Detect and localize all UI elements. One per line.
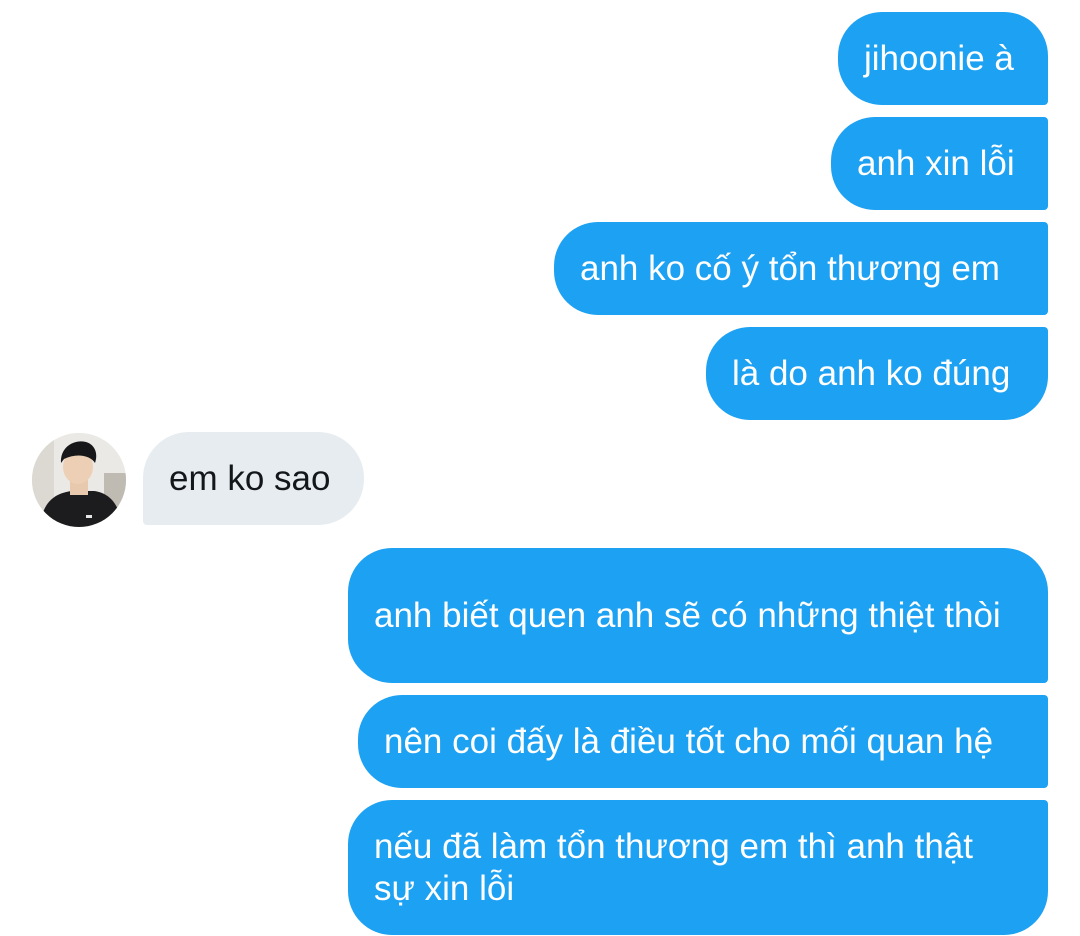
message-bubble-sent[interactable]: anh biết quen anh sẽ có những thiệt thòi	[348, 548, 1048, 683]
message-text: anh ko cố ý tổn thương em	[580, 248, 1000, 288]
message-text: là do anh ko đúng	[732, 353, 1011, 393]
message-bubble-sent[interactable]: nếu đã làm tổn thương em thì anh thật sự…	[348, 800, 1048, 935]
message-bubble-sent[interactable]: là do anh ko đúng	[706, 327, 1048, 420]
message-text: nên coi đấy là điều tốt cho mối quan hệ	[384, 721, 994, 761]
message-bubble-sent[interactable]: anh ko cố ý tổn thương em	[554, 222, 1048, 315]
message-text: jihoonie à	[864, 38, 1014, 78]
avatar[interactable]	[32, 433, 126, 527]
message-text: nếu đã làm tổn thương em thì anh thật sự…	[374, 826, 983, 908]
message-text: em ko sao	[169, 458, 331, 498]
message-bubble-received[interactable]: em ko sao	[143, 432, 364, 525]
message-bubble-sent[interactable]: nên coi đấy là điều tốt cho mối quan hệ	[358, 695, 1048, 788]
message-text: anh biết quen anh sẽ có những thiệt thòi	[374, 595, 1001, 635]
message-bubble-sent[interactable]: anh xin lỗi	[831, 117, 1048, 210]
message-text: anh xin lỗi	[857, 143, 1015, 183]
user-avatar-photo-icon	[32, 433, 126, 527]
message-bubble-sent[interactable]: jihoonie à	[838, 12, 1048, 105]
